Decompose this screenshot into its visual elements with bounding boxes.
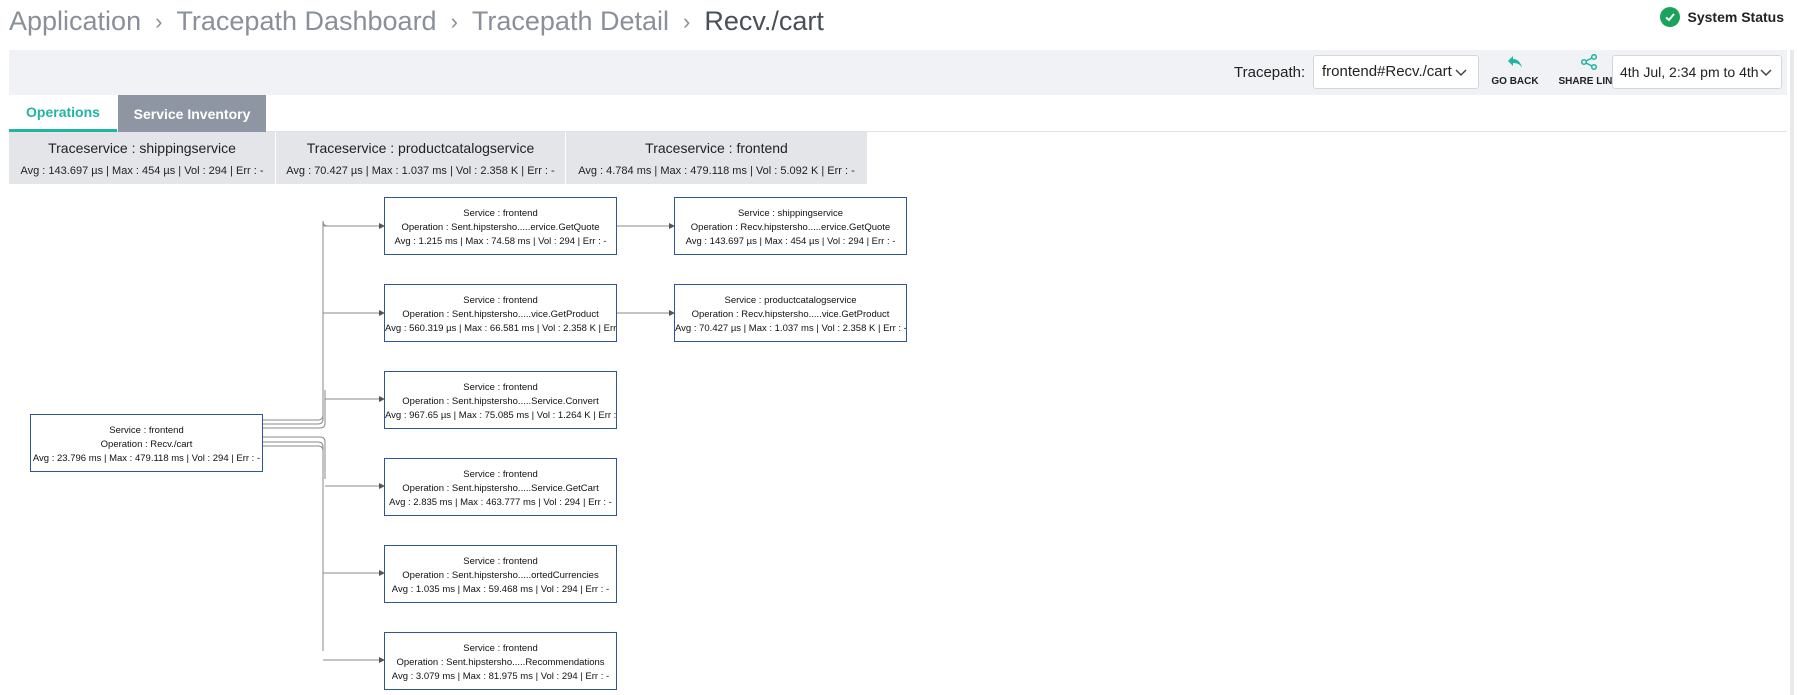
node-operation: Operation : Sent.hipstersho.....ervice.G… (401, 222, 600, 233)
node-service: Service : frontend (463, 208, 538, 219)
node-stats: Avg : 143.697 µs | Max : 454 µs | Vol : … (685, 236, 896, 247)
trace-graph[interactable]: Service : frontend Operation : Recv./car… (0, 184, 1798, 695)
node-stats: Avg : 23.796 ms | Max : 479.118 ms | Vol… (32, 453, 261, 464)
chevron-down-icon (1759, 65, 1773, 82)
node-stats: Avg : 70.427 µs | Max : 1.037 ms | Vol :… (675, 323, 907, 334)
node-operation: Operation : Recv.hipstersho.....vice.Get… (691, 309, 890, 320)
node-stats: Avg : 1.215 ms | Max : 74.58 ms | Vol : … (394, 236, 607, 247)
tab-service-inventory[interactable]: Service Inventory (118, 95, 266, 132)
service-summary-title: Traceservice : productcatalogservice (306, 140, 535, 156)
chevron-right-icon: › (683, 8, 691, 34)
share-link-label: SHARE LINK (1558, 76, 1620, 87)
node-stats: Avg : 967.65 µs | Max : 75.085 ms | Vol … (385, 410, 617, 421)
reply-arrow-icon (1483, 54, 1547, 73)
trace-node[interactable]: Service : frontend Operation : Sent.hips… (384, 458, 617, 516)
trace-node[interactable]: Service : frontend Operation : Sent.hips… (384, 197, 617, 255)
edge (263, 445, 324, 651)
service-summary-stats: Avg : 70.427 µs | Max : 1.037 ms | Vol :… (286, 165, 555, 177)
edge (263, 436, 326, 479)
tracepath-label: Tracepath: (1234, 64, 1306, 81)
breadcrumb-current: Recv./cart (704, 6, 824, 36)
trace-node[interactable]: Service : frontend Operation : Sent.hips… (384, 632, 617, 690)
go-back-label: GO BACK (1491, 76, 1539, 87)
service-summary-title: Traceservice : shippingservice (48, 140, 236, 156)
trace-node[interactable]: Service : frontend Operation : Sent.hips… (384, 545, 617, 603)
node-service: Service : productcatalogservice (724, 295, 857, 306)
node-operation: Operation : Recv.hipstersho.....ervice.G… (690, 222, 891, 233)
edge (263, 441, 324, 564)
node-stats: Avg : 3.079 ms | Max : 81.975 ms | Vol :… (391, 671, 610, 682)
trace-node[interactable]: Service : frontend Operation : Sent.hips… (384, 284, 617, 342)
breadcrumb-tracepath-dashboard[interactable]: Tracepath Dashboard (176, 6, 436, 37)
page-header: Application › Tracepath Dashboard › Trac… (0, 0, 1798, 50)
system-status[interactable]: System Status (1659, 7, 1784, 27)
edge (263, 390, 326, 429)
tracepath-value: frontend#Recv./cart (1322, 63, 1452, 80)
tab-operations[interactable]: Operations (9, 95, 117, 132)
node-service: Service : frontend (463, 295, 538, 306)
toolbar: Tracepath: frontend#Recv./cart GO BACK S… (9, 50, 1787, 95)
breadcrumb: Application › Tracepath Dashboard › Trac… (9, 6, 824, 37)
check-circle-icon (1659, 7, 1680, 27)
trace-graph-edges (263, 220, 675, 663)
service-summary-title: Traceservice : frontend (645, 140, 788, 156)
tracepath-select[interactable]: frontend#Recv./cart (1313, 55, 1479, 89)
node-service: Service : frontend (463, 469, 538, 480)
breadcrumb-application[interactable]: Application (9, 6, 141, 37)
trace-node-root[interactable]: Service : frontend Operation : Recv./car… (30, 414, 263, 472)
chevron-down-icon (1454, 65, 1468, 83)
node-operation: Operation : Sent.hipstersho.....Service.… (402, 483, 599, 494)
node-operation: Operation : Recv./cart (100, 439, 193, 450)
edge (263, 220, 329, 421)
node-operation: Operation : Sent.hipstersho.....Recommen… (396, 657, 605, 668)
service-summary-card[interactable]: Traceservice : frontend Avg : 4.784 ms |… (566, 132, 867, 184)
time-range-value: 4th Jul, 2:34 pm to 4th (1620, 64, 1759, 80)
breadcrumb-tracepath-detail[interactable]: Tracepath Detail (472, 6, 669, 37)
node-service: Service : frontend (463, 382, 538, 393)
node-operation: Operation : Sent.hipstersho.....ortedCur… (402, 570, 599, 581)
service-summary-card[interactable]: Traceservice : shippingservice Avg : 143… (9, 132, 275, 184)
system-status-label: System Status (1687, 9, 1784, 25)
tab-bar: Operations Service Inventory (9, 95, 1787, 132)
edge (263, 302, 324, 425)
time-range-select[interactable]: 4th Jul, 2:34 pm to 4th (1612, 55, 1782, 89)
node-stats: Avg : 560.319 µs | Max : 66.581 ms | Vol… (385, 323, 617, 334)
service-summary-stats: Avg : 143.697 µs | Max : 454 µs | Vol : … (20, 165, 264, 177)
vertical-scrollbar[interactable] (1790, 50, 1794, 695)
node-stats: Avg : 2.835 ms | Max : 463.777 ms | Vol … (389, 497, 612, 508)
chevron-right-icon: › (450, 8, 458, 34)
node-service: Service : frontend (463, 556, 538, 567)
node-service: Service : shippingservice (737, 208, 844, 219)
node-service: Service : frontend (109, 425, 184, 436)
trace-node[interactable]: Service : frontend Operation : Sent.hips… (384, 371, 617, 429)
node-stats: Avg : 1.035 ms | Max : 59.468 ms | Vol :… (391, 584, 610, 595)
service-summary-stats: Avg : 4.784 ms | Max : 479.118 ms | Vol … (578, 165, 855, 177)
node-operation: Operation : Sent.hipstersho.....vice.Get… (402, 309, 599, 320)
go-back-button[interactable]: GO BACK (1483, 54, 1547, 87)
trace-node[interactable]: Service : productcatalogservice Operatio… (674, 284, 907, 342)
chevron-right-icon: › (155, 8, 163, 34)
service-summary-card[interactable]: Traceservice : productcatalogservice Avg… (276, 132, 565, 184)
trace-node[interactable]: Service : shippingservice Operation : Re… (674, 197, 907, 255)
node-operation: Operation : Sent.hipstersho.....Service.… (402, 396, 599, 407)
node-service: Service : frontend (463, 643, 538, 654)
